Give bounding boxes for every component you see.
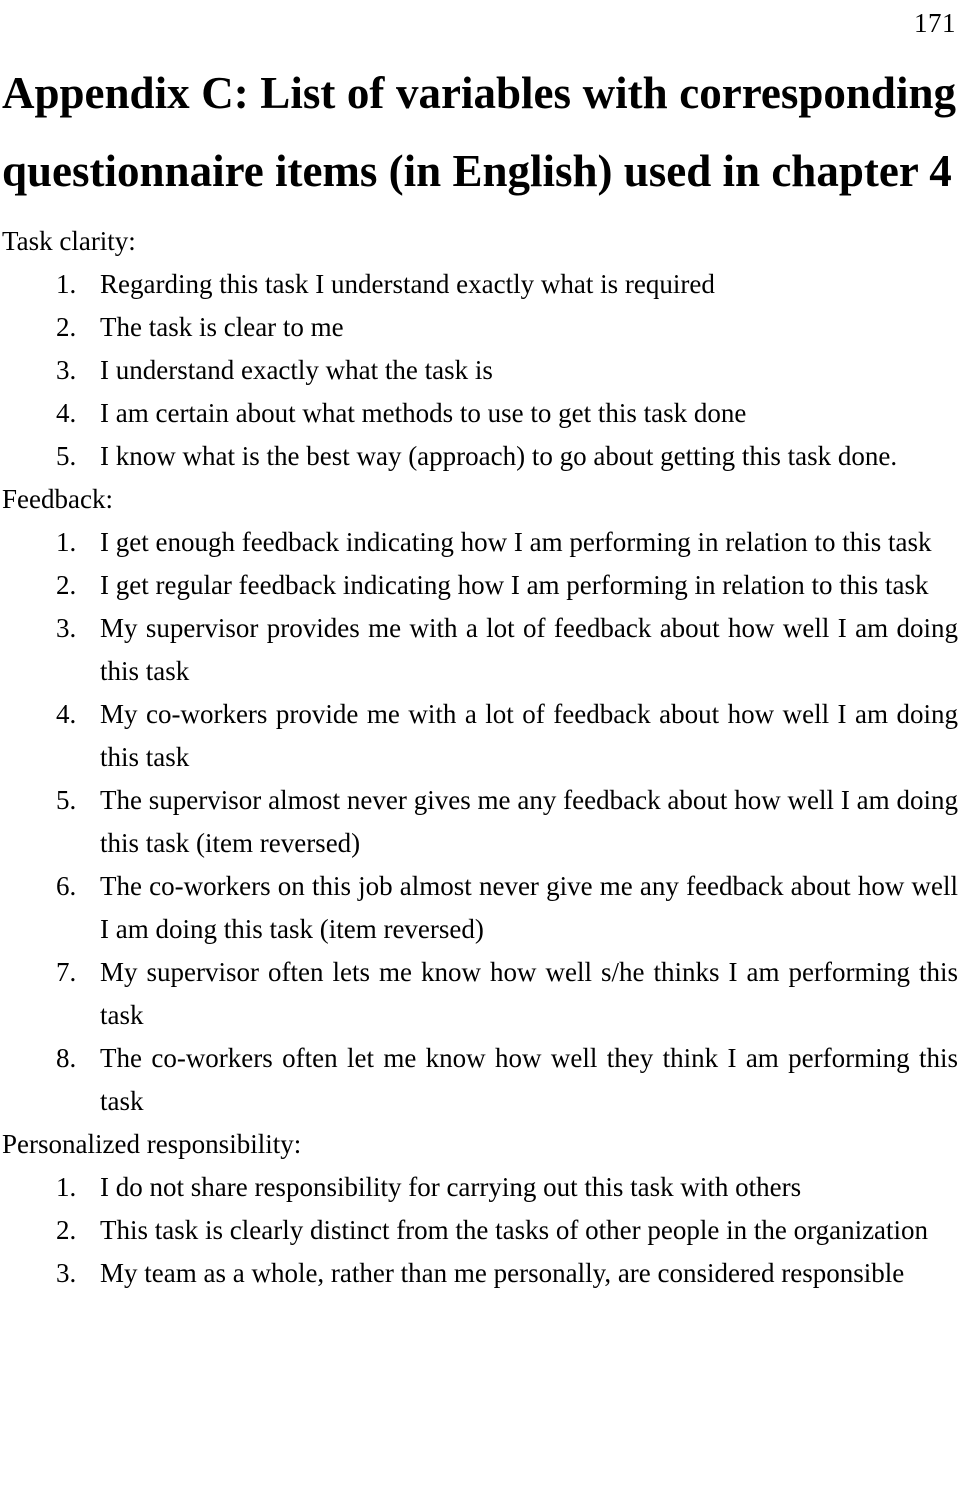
list-item-number: 4. [56,398,77,428]
list-item-number: 2. [56,570,77,600]
list-item-text: My co-workers provide me with a lot of f… [100,699,958,772]
list-item-number: 1. [56,1172,77,1202]
section-heading: Task clarity: [2,226,136,256]
list-item-number: 1. [56,527,77,557]
page-title: Appendix C: List of variables with corre… [2,68,956,196]
list-item-text: I get regular feedback indicating how I … [100,570,929,600]
list-item: 1. I get enough feedback indicating how I… [2,521,958,564]
list-item-text: Regarding this task I understand exactly… [100,269,715,299]
list-item-text: I know what is the best way (approach) t… [100,441,898,471]
document-section: Feedback: 1. I get enough feedback indicat… [2,478,958,1123]
list-item: 3. My team as a whole, rather than me per… [2,1252,958,1295]
list-item-number: 3. [56,613,77,643]
questionnaire-item-list: 1. I get enough feedback indicating how I… [2,521,958,1123]
page-number: 171 [914,8,956,38]
list-item: 5. I know what is the best way (approach)… [2,435,958,478]
list-item: 7. My supervisor often lets me know how w… [2,951,958,1037]
list-item: 1. Regarding this task I understand exact… [2,263,958,306]
list-item-number: 7. [56,957,77,987]
list-item-number: 5. [56,785,77,815]
list-item-number: 5. [56,441,77,471]
list-item-text: The supervisor almost never gives me any… [100,785,958,858]
list-item-text: I understand exactly what the task is [100,355,493,385]
list-item-number: 1. [56,269,77,299]
list-item-number: 3. [56,1258,77,1288]
list-item: 4. I am certain about what methods to use… [2,392,958,435]
list-item-text: The co-workers often let me know how wel… [100,1043,958,1116]
list-item-number: 3. [56,355,77,385]
list-item: 4. My co-workers provide me with a lot of… [2,693,958,779]
list-item-number: 4. [56,699,77,729]
list-item: 3. I understand exactly what the task is [2,349,958,392]
list-item-text: I do not share responsibility for carryi… [100,1172,802,1202]
list-item: 2. The task is clear to me [2,306,958,349]
document-body: Task clarity: 1. Regarding this task I und… [2,220,958,1295]
list-item-text: The co-workers on this job almost never … [100,871,958,944]
section-heading: Feedback: [2,484,113,514]
questionnaire-item-list: 1. Regarding this task I understand exact… [2,263,958,478]
list-item-number: 8. [56,1043,77,1073]
document-page: 171 Appendix C: List of variables with c… [0,0,960,1510]
document-section: Task clarity: 1. Regarding this task I und… [2,220,958,478]
list-item: 8. The co-workers often let me know how w… [2,1037,958,1123]
list-item-text: I am certain about what methods to use t… [100,398,747,428]
list-item-text: My supervisor often lets me know how wel… [100,957,958,1030]
list-item: 3. My supervisor provides me with a lot o… [2,607,958,693]
list-item-text: My team as a whole, rather than me perso… [100,1258,905,1288]
list-item: 1. I do not share responsibility for carr… [2,1166,958,1209]
list-item-number: 2. [56,312,77,342]
questionnaire-item-list: 1. I do not share responsibility for carr… [2,1166,958,1295]
list-item: 2. This task is clearly distinct from the… [2,1209,958,1252]
list-item: 6. The co-workers on this job almost neve… [2,865,958,951]
list-item-text: My supervisor provides me with a lot of … [100,613,958,686]
list-item-number: 2. [56,1215,77,1245]
list-item-number: 6. [56,871,77,901]
list-item: 2. I get regular feedback indicating how … [2,564,958,607]
list-item: 5. The supervisor almost never gives me a… [2,779,958,865]
document-section: Personalized responsibility: 1. I do not s… [2,1123,958,1295]
section-heading: Personalized responsibility: [2,1129,302,1159]
list-item-text: I get enough feedback indicating how I a… [100,527,932,557]
list-item-text: This task is clearly distinct from the t… [100,1215,929,1245]
list-item-text: The task is clear to me [100,312,344,342]
